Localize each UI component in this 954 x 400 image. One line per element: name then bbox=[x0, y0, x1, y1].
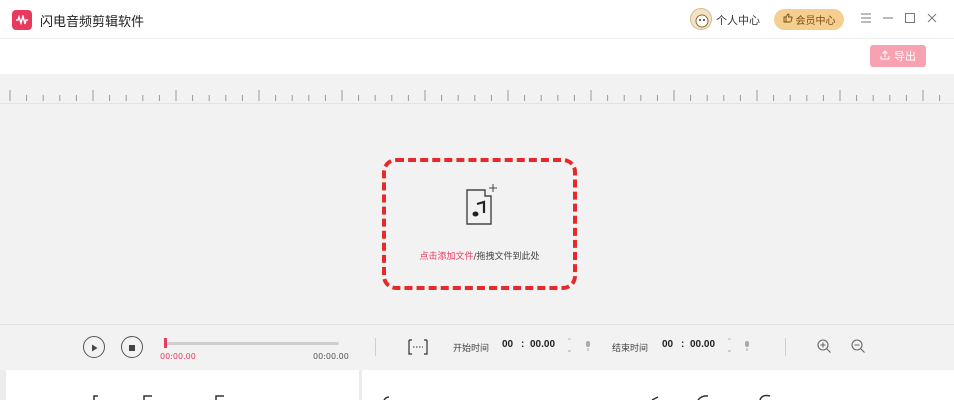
start-separator: : bbox=[521, 339, 525, 350]
progress-track[interactable] bbox=[165, 342, 339, 345]
vip-center-button[interactable]: 会员中心 bbox=[774, 9, 844, 30]
menu-icon[interactable] bbox=[858, 10, 874, 26]
play-icon bbox=[89, 338, 99, 357]
divider bbox=[785, 338, 786, 356]
end-time-stepper[interactable]: ⌃ ⌄ bbox=[726, 338, 733, 354]
left-panel bbox=[6, 370, 359, 400]
user-center-link[interactable]: 个人中心 bbox=[716, 12, 760, 28]
total-time: 00:00.00 bbox=[313, 352, 349, 361]
thumb-up-icon bbox=[783, 13, 793, 26]
player-bar: 00:00.00 00:00.00 开始时间 00 : 00.00 ⌃ ⌄ 结束时… bbox=[0, 324, 954, 370]
title-bar: 闪电音频剪辑软件 个人中心 会员中心 bbox=[0, 0, 954, 38]
avatar-icon[interactable] bbox=[690, 8, 712, 30]
export-label: 导出 bbox=[894, 50, 916, 63]
music-file-icon bbox=[466, 184, 497, 225]
top-toolbar: 导出 bbox=[0, 38, 954, 74]
progress-handle[interactable] bbox=[164, 338, 167, 348]
end-separator: : bbox=[681, 339, 685, 350]
upload-icon bbox=[880, 49, 890, 63]
divider bbox=[375, 338, 376, 356]
current-time: 00:00.00 bbox=[160, 352, 196, 361]
maximize-icon[interactable] bbox=[902, 10, 918, 26]
drop-hint-rest: /拖拽文件到此处 bbox=[473, 252, 540, 262]
play-button[interactable] bbox=[83, 336, 105, 358]
start-time-label: 开始时间 bbox=[453, 344, 490, 354]
audio-wave-icon bbox=[12, 10, 32, 30]
add-file-link[interactable]: 点击添加文件 bbox=[419, 252, 473, 262]
stop-button[interactable] bbox=[121, 336, 143, 358]
timeline-ruler[interactable] bbox=[0, 74, 954, 104]
close-icon[interactable] bbox=[924, 10, 940, 26]
start-minute-field[interactable]: 00 bbox=[502, 339, 513, 350]
right-panel-peek bbox=[383, 394, 771, 400]
audio-drop-area: 点击添加文件/拖拽文件到此处 bbox=[0, 104, 954, 324]
stop-icon bbox=[127, 338, 137, 357]
file-drop-zone[interactable]: 点击添加文件/拖拽文件到此处 bbox=[382, 158, 577, 290]
start-time-stepper[interactable]: ⌃ ⌄ bbox=[566, 338, 573, 354]
zoom-out-icon[interactable] bbox=[850, 338, 866, 354]
zoom-in-icon[interactable] bbox=[816, 338, 832, 354]
vip-center-label: 会员中心 bbox=[795, 16, 836, 27]
mic-icon[interactable] bbox=[743, 340, 751, 352]
left-panel-peek bbox=[93, 395, 224, 400]
right-panel bbox=[362, 370, 954, 400]
select-range-icon[interactable] bbox=[408, 339, 428, 355]
end-second-field[interactable]: 00.00 bbox=[690, 339, 715, 350]
start-second-field[interactable]: 00.00 bbox=[530, 339, 555, 350]
app-title: 闪电音频剪辑软件 bbox=[40, 15, 145, 30]
end-minute-field[interactable]: 00 bbox=[662, 339, 673, 350]
drop-hint: 点击添加文件/拖拽文件到此处 bbox=[386, 249, 573, 262]
ruler-ticks bbox=[9, 90, 941, 101]
minimize-icon[interactable] bbox=[880, 10, 896, 26]
end-time-label: 结束时间 bbox=[612, 344, 649, 354]
export-button[interactable]: 导出 bbox=[870, 45, 926, 67]
mic-icon[interactable] bbox=[584, 340, 592, 352]
